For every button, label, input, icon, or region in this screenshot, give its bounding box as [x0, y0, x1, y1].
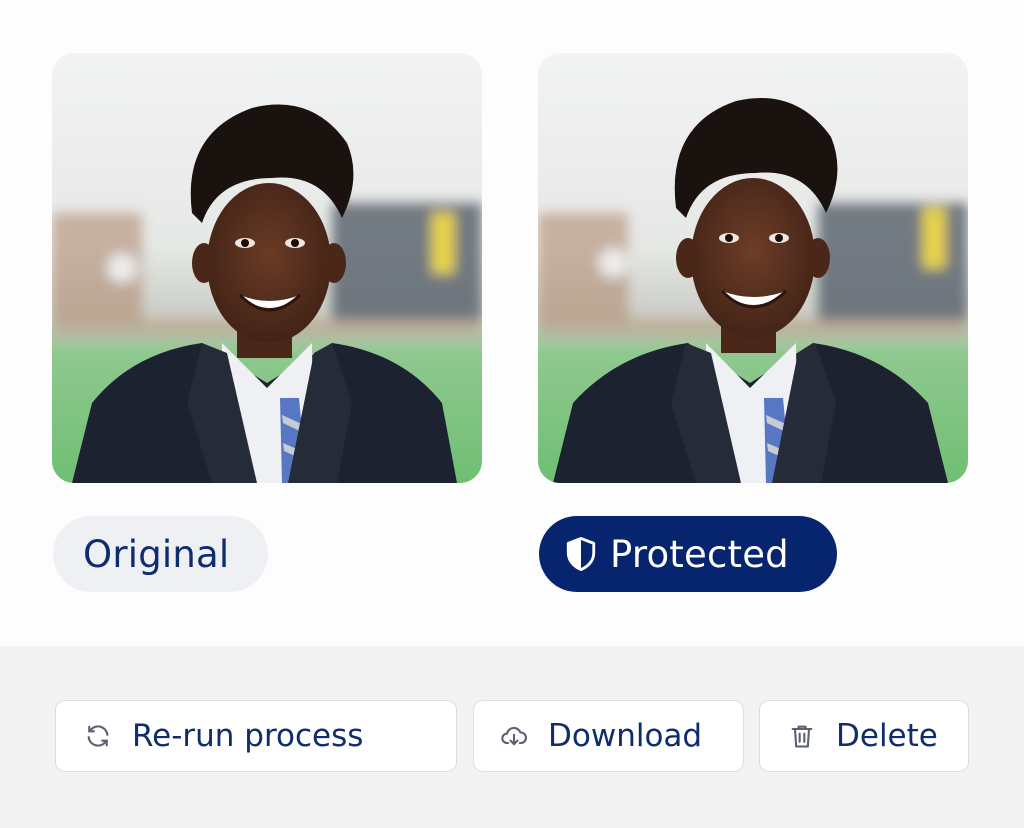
rerun-process-button[interactable]: Re-run process — [55, 700, 457, 772]
comparison-panel: Original Protected — [0, 0, 1024, 646]
trash-icon — [788, 722, 816, 750]
protected-label: Protected — [610, 532, 789, 576]
refresh-icon — [84, 722, 112, 750]
delete-button[interactable]: Delete — [759, 700, 969, 772]
delete-label: Delete — [836, 718, 938, 754]
protected-portrait-image — [538, 53, 968, 483]
download-label: Download — [548, 718, 703, 754]
cloud-download-icon — [500, 722, 528, 750]
shield-icon — [564, 535, 598, 573]
original-label: Original — [83, 532, 230, 576]
page: Original Protected Re-run process Downlo… — [0, 0, 1024, 828]
original-label-pill: Original — [53, 516, 268, 592]
protected-photo — [538, 53, 968, 483]
download-button[interactable]: Download — [473, 700, 744, 772]
original-photo — [52, 53, 482, 483]
original-portrait-image — [52, 53, 482, 483]
rerun-process-label: Re-run process — [132, 718, 364, 754]
protected-label-pill: Protected — [539, 516, 837, 592]
